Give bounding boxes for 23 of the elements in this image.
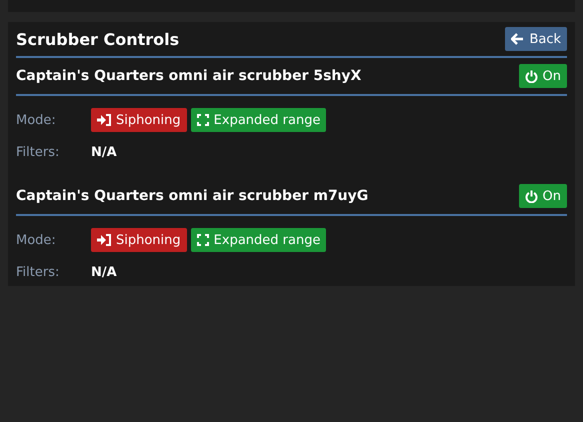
- mode-label: Mode:: [16, 232, 57, 248]
- filters-label: Filters:: [16, 264, 60, 280]
- back-button[interactable]: Back: [505, 27, 567, 51]
- expand-icon: [196, 234, 209, 246]
- filters-value: N/A: [91, 144, 118, 160]
- section-title: Scrubber Controls: [16, 30, 180, 48]
- range-button[interactable]: Expanded range: [190, 228, 326, 252]
- power-icon: [524, 70, 538, 82]
- mode-label: Mode:: [16, 112, 57, 128]
- filters-label: Filters:: [16, 144, 60, 160]
- scrubber-name: Captain's Quarters omni air scrubber m7uyG: [16, 188, 368, 204]
- sign-in-icon: [97, 114, 111, 126]
- filters-value: N/A: [91, 264, 118, 280]
- power-button[interactable]: On: [518, 184, 567, 208]
- sign-in-icon: [97, 234, 111, 246]
- range-button[interactable]: Expanded range: [190, 108, 326, 132]
- power-button[interactable]: On: [518, 64, 567, 88]
- arrow-left-icon: [511, 33, 524, 45]
- power-icon: [524, 190, 538, 202]
- mode-button[interactable]: Siphoning: [91, 108, 187, 132]
- expand-icon: [196, 114, 209, 126]
- scrubber-name: Captain's Quarters omni air scrubber 5shyX: [16, 68, 362, 84]
- mode-button[interactable]: Siphoning: [91, 228, 187, 252]
